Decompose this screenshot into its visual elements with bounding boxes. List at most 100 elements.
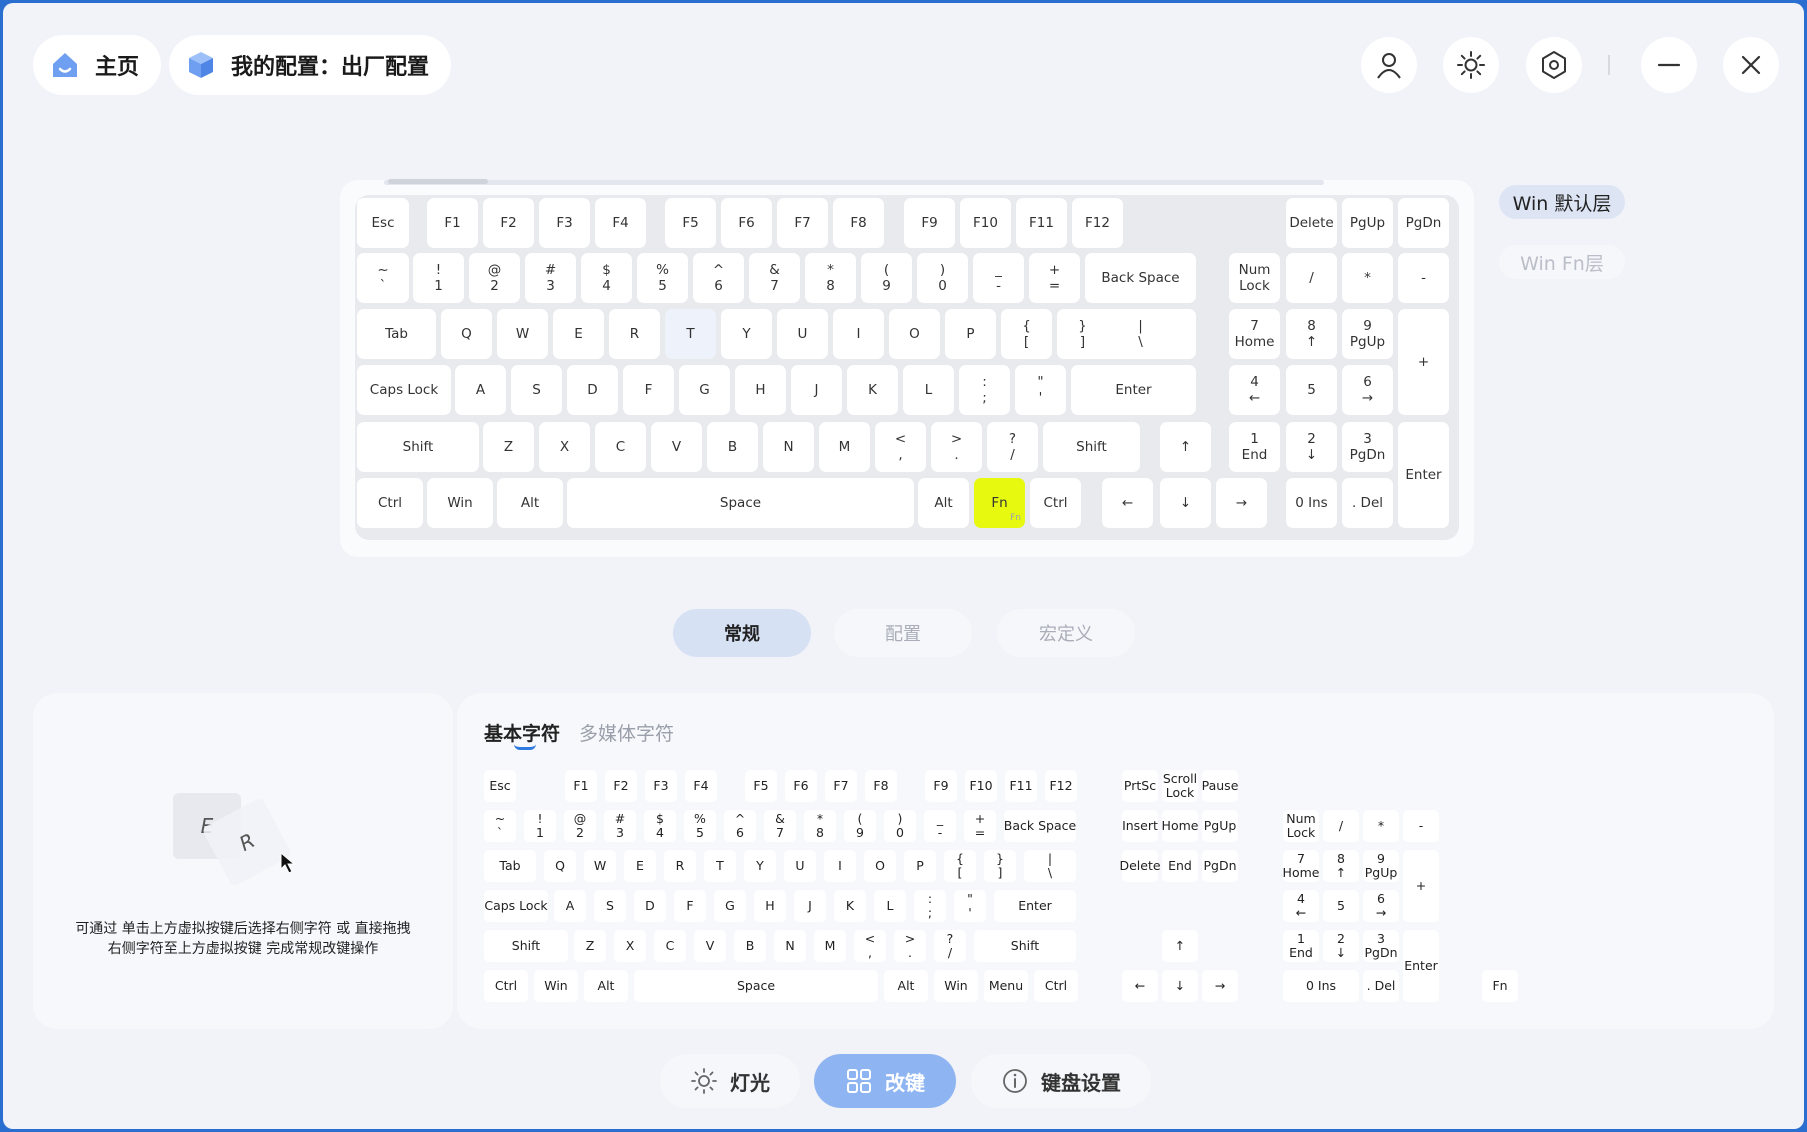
palette-key[interactable]: F1 (565, 770, 597, 802)
palette-key[interactable]: B (734, 930, 766, 962)
vkey[interactable]: → (1216, 478, 1267, 528)
palette-key[interactable]: S (594, 890, 626, 922)
vkey[interactable]: F9 (904, 198, 955, 248)
palette-key[interactable]: Esc (484, 770, 516, 802)
palette-key[interactable]: / (1323, 810, 1359, 842)
palette-key[interactable]: Shift (484, 930, 568, 962)
vkey[interactable]: O (889, 309, 940, 359)
palette-key[interactable]: ! 1 (524, 810, 556, 842)
palette-key[interactable]: 7 Home (1283, 850, 1319, 882)
palette-key[interactable]: Home (1162, 810, 1198, 842)
palette-key[interactable]: Shift (974, 930, 1076, 962)
palette-key[interactable]: 1 End (1283, 930, 1319, 962)
config-selector[interactable]: 我的配置：出厂配置 (169, 35, 452, 95)
palette-key[interactable]: ^ 6 (724, 810, 756, 842)
vkey[interactable]: K (847, 365, 898, 415)
palette-key[interactable]: R (664, 850, 696, 882)
vkey[interactable]: C (595, 422, 646, 472)
vkey[interactable]: Esc (357, 198, 409, 248)
vkey[interactable]: Z (483, 422, 534, 472)
vkey[interactable]: F8 (833, 198, 884, 248)
palette-key[interactable]: Tab (484, 850, 536, 882)
vkey[interactable]: X (539, 422, 590, 472)
palette-key[interactable]: PgDn (1202, 850, 1238, 882)
palette-key[interactable]: * (1363, 810, 1399, 842)
vkey[interactable]: Q (441, 309, 492, 359)
palette-key[interactable]: 5 (1323, 890, 1359, 922)
vkey[interactable]: 5 (1286, 365, 1337, 415)
palette-key[interactable]: F7 (825, 770, 857, 802)
vkey[interactable]: ~ ` (357, 253, 409, 303)
vkey[interactable]: Shift (1043, 422, 1140, 472)
vkey[interactable]: ) 0 (917, 253, 968, 303)
palette-key[interactable]: 6 → (1363, 890, 1399, 922)
vkey[interactable]: 7 Home (1229, 309, 1280, 359)
vkey[interactable]: F12 (1072, 198, 1123, 248)
vkey[interactable]: " ' (1015, 365, 1066, 415)
palette-key[interactable]: Q (544, 850, 576, 882)
vkey[interactable]: F10 (960, 198, 1011, 248)
vkey[interactable]: PgDn (1398, 198, 1449, 248)
palette-key[interactable]: Enter (1403, 930, 1439, 1002)
palette-key[interactable]: Win (534, 970, 578, 1002)
minimize-button[interactable] (1641, 37, 1697, 93)
palette-key[interactable]: V (694, 930, 726, 962)
palette-key[interactable]: Space (634, 970, 878, 1002)
palette-key[interactable]: F8 (865, 770, 897, 802)
palette-key[interactable]: _ - (924, 810, 956, 842)
vkey[interactable]: Alt (918, 478, 969, 528)
vkey[interactable]: P (945, 309, 996, 359)
brightness-button[interactable] (1443, 37, 1499, 93)
palette-key[interactable]: H (754, 890, 786, 922)
vkey[interactable]: Ctrl (1030, 478, 1081, 528)
vkey[interactable]: _ - (973, 253, 1024, 303)
layer-default-tab[interactable]: Win 默认层 (1499, 185, 1625, 219)
vkey[interactable]: / (1286, 253, 1337, 303)
palette-key[interactable]: + = (964, 810, 996, 842)
palette-key[interactable]: } ] (984, 850, 1016, 882)
vkey[interactable]: & 7 (749, 253, 800, 303)
vkey[interactable]: # 3 (525, 253, 576, 303)
vkey[interactable]: + = (1029, 253, 1080, 303)
vkey[interactable]: Back Space (1085, 253, 1196, 303)
palette-key[interactable]: Enter (994, 890, 1076, 922)
vkey[interactable]: F7 (777, 198, 828, 248)
vkey[interactable]: B (707, 422, 758, 472)
palette-key[interactable]: F2 (605, 770, 637, 802)
vkey[interactable]: R (609, 309, 660, 359)
palette-key[interactable]: F3 (645, 770, 677, 802)
vkey[interactable]: ↓ (1160, 478, 1211, 528)
vkey[interactable]: < , (875, 422, 926, 472)
vkey[interactable]: D (567, 365, 618, 415)
palette-key[interactable]: K (834, 890, 866, 922)
palette-key[interactable]: $ 4 (644, 810, 676, 842)
palette-key[interactable]: Alt (884, 970, 928, 1002)
palette-key[interactable]: Num Lock (1283, 810, 1319, 842)
account-button[interactable] (1361, 37, 1417, 93)
palette-key[interactable]: PrtSc (1122, 770, 1158, 802)
vkey[interactable]: J (791, 365, 842, 415)
vkey[interactable]: 8 ↑ (1286, 309, 1337, 359)
palette-key[interactable]: Y (744, 850, 776, 882)
palette-key[interactable]: F12 (1045, 770, 1077, 802)
palette-key[interactable]: Menu (984, 970, 1028, 1002)
vkey[interactable]: ↑ (1160, 422, 1211, 472)
vkey[interactable]: F3 (539, 198, 590, 248)
tab-general[interactable]: 常规 (673, 609, 811, 657)
vkey[interactable]: F4 (595, 198, 646, 248)
palette-key[interactable]: . Del (1363, 970, 1399, 1002)
palette-key[interactable]: D (634, 890, 666, 922)
vkey[interactable]: S (511, 365, 562, 415)
vkey[interactable]: U (777, 309, 828, 359)
vkey[interactable]: * (1342, 253, 1393, 303)
nav-lighting[interactable]: 灯光 (660, 1054, 800, 1108)
vkey[interactable]: F5 (665, 198, 716, 248)
palette-key[interactable]: 3 PgDn (1363, 930, 1399, 962)
palette-key[interactable]: 8 ↑ (1323, 850, 1359, 882)
vkey[interactable]: 1 End (1229, 422, 1280, 472)
vkey[interactable]: ^ 6 (693, 253, 744, 303)
palette-key[interactable]: F4 (685, 770, 717, 802)
tab-config[interactable]: 配置 (834, 609, 972, 657)
vkey[interactable]: + (1398, 309, 1449, 415)
vkey[interactable]: 0 Ins (1286, 478, 1337, 528)
